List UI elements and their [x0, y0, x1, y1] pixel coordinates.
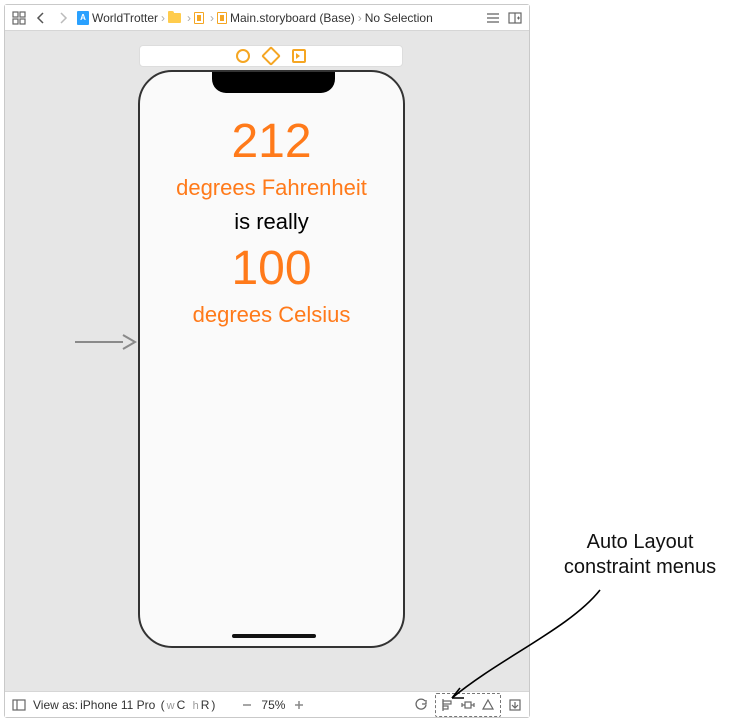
- breadcrumb-label: No Selection: [365, 11, 433, 25]
- resolve-issues-button[interactable]: [478, 695, 498, 715]
- resolve-icon: [481, 698, 495, 712]
- initial-view-controller-arrow[interactable]: [73, 331, 137, 358]
- breadcrumb-project[interactable]: WorldTrotter: [75, 11, 160, 25]
- adjust-editor-button[interactable]: [483, 8, 503, 28]
- view-controller-icon[interactable]: [236, 49, 250, 63]
- scene-dock[interactable]: [139, 45, 403, 67]
- embed-icon: [508, 698, 522, 712]
- size-class-w-prefix: w: [167, 700, 175, 712]
- pin-icon: [461, 698, 475, 712]
- minus-icon: [241, 699, 253, 711]
- callout-label: Auto Layout constraint menus: [550, 530, 730, 580]
- fahrenheit-unit-label[interactable]: degrees Fahrenheit: [176, 175, 367, 201]
- align-icon: [441, 698, 455, 712]
- add-editor-button[interactable]: [505, 8, 525, 28]
- celsius-value-label[interactable]: 100: [231, 243, 311, 296]
- exit-icon[interactable]: [292, 49, 306, 63]
- storyboard-canvas[interactable]: 212 degrees Fahrenheit is really 100 deg…: [5, 31, 529, 691]
- scene-content: 212 degrees Fahrenheit is really 100 deg…: [140, 116, 403, 328]
- chevron-left-icon: [36, 12, 46, 24]
- breadcrumb-folder[interactable]: [166, 13, 186, 23]
- update-frames-button[interactable]: [411, 695, 431, 715]
- canvas-bottom-bar: View as: iPhone 11 Pro ( w C h R ) 75%: [5, 691, 529, 717]
- first-responder-icon[interactable]: [264, 49, 278, 63]
- folder-icon: [168, 13, 181, 23]
- interface-builder-pane: WorldTrotter › › › Main.storyboard (Base…: [4, 4, 530, 718]
- jump-bar: WorldTrotter › › › Main.storyboard (Base…: [5, 5, 529, 31]
- project-icon: [77, 11, 89, 25]
- zoom-out-button[interactable]: [237, 695, 257, 715]
- breadcrumb-selection[interactable]: No Selection: [363, 11, 435, 25]
- fahrenheit-value-label[interactable]: 212: [231, 116, 311, 169]
- zoom-level-label[interactable]: 75%: [261, 698, 285, 712]
- split-icon: [508, 12, 522, 24]
- refresh-icon: [414, 698, 428, 712]
- is-really-label[interactable]: is really: [234, 209, 309, 235]
- view-as-control[interactable]: View as: iPhone 11 Pro ( w C h R ): [33, 698, 215, 712]
- related-items-button[interactable]: [9, 8, 29, 28]
- device-notch: [212, 72, 335, 93]
- view-as-prefix: View as:: [33, 698, 78, 712]
- outline-icon: [12, 699, 26, 711]
- grid-icon: [12, 11, 26, 25]
- align-menu-button[interactable]: [438, 695, 458, 715]
- callout-line-1: Auto Layout: [587, 531, 694, 553]
- breadcrumb: WorldTrotter › › › Main.storyboard (Base…: [75, 11, 481, 25]
- zoom-in-button[interactable]: [289, 695, 309, 715]
- breadcrumb-file-2[interactable]: Main.storyboard (Base): [215, 11, 357, 25]
- jump-bar-tools: [483, 8, 525, 28]
- document-outline-toggle[interactable]: [9, 695, 29, 715]
- nav-back-button[interactable]: [31, 8, 51, 28]
- breadcrumb-label: Main.storyboard (Base): [230, 11, 355, 25]
- size-class-h-prefix: h: [193, 700, 199, 712]
- breadcrumb-file-1[interactable]: [192, 12, 209, 24]
- storyboard-icon: [194, 12, 204, 24]
- size-class-h: R: [201, 698, 210, 712]
- size-class-w: C: [177, 698, 186, 712]
- lines-icon: [486, 12, 500, 24]
- celsius-unit-label[interactable]: degrees Celsius: [193, 302, 351, 328]
- plus-icon: [293, 699, 305, 711]
- breadcrumb-label: WorldTrotter: [92, 11, 158, 25]
- device-frame[interactable]: 212 degrees Fahrenheit is really 100 deg…: [138, 70, 405, 648]
- embed-in-button[interactable]: [505, 695, 525, 715]
- storyboard-icon: [217, 12, 227, 24]
- chevron-right-icon: [58, 12, 68, 24]
- auto-layout-menus: [435, 693, 501, 717]
- device-name: iPhone 11 Pro: [80, 698, 155, 712]
- pin-menu-button[interactable]: [458, 695, 478, 715]
- home-indicator: [232, 634, 316, 638]
- callout-line-2: constraint menus: [564, 556, 716, 578]
- nav-forward-button[interactable]: [53, 8, 73, 28]
